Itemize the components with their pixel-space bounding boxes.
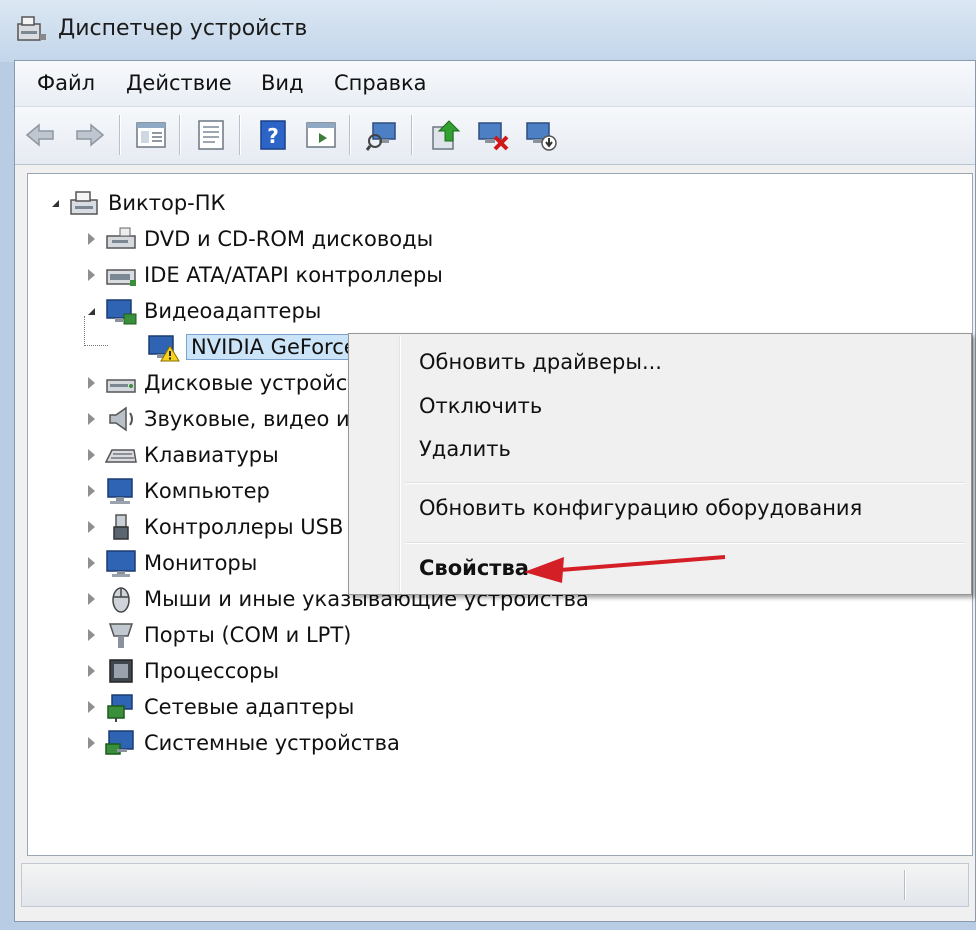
back-icon[interactable] <box>23 117 59 153</box>
tree-category-item[interactable]: Компьютер <box>84 474 270 508</box>
context-menu-separator <box>405 482 965 484</box>
tree-category-item[interactable]: Сетевые адаптеры <box>84 690 354 724</box>
uninstall-icon[interactable] <box>475 117 511 153</box>
status-bar <box>21 863 969 907</box>
computer-icon <box>107 478 133 504</box>
collapsed-arrow-icon[interactable] <box>84 232 98 246</box>
scan-hardware-icon[interactable] <box>365 117 401 153</box>
mouse-icon <box>112 587 130 613</box>
scan-hardware-item[interactable]: Обновить конфигурацию оборудования <box>419 496 862 520</box>
tree-item-label: NVIDIA GeForce <box>186 334 362 360</box>
toolbar-separator <box>411 115 413 155</box>
tree-category-item[interactable]: Дисковые устройства <box>84 366 385 400</box>
disk-drive-icon <box>106 379 136 393</box>
red-pointer-arrow <box>524 555 726 583</box>
port-icon <box>108 623 134 648</box>
tree-item-label: Клавиатуры <box>144 443 279 467</box>
tree-category-item[interactable]: Системные устройства <box>84 726 400 760</box>
tree-category-item[interactable]: Видеоадаптеры <box>84 294 321 328</box>
toolbar-separator <box>119 115 121 155</box>
speaker-icon <box>109 406 133 432</box>
toolbar-separator <box>239 115 241 155</box>
tree-item-label: Сетевые адаптеры <box>144 695 355 719</box>
tree-category-item[interactable]: Контроллеры USB <box>84 510 343 544</box>
system-device-icon <box>105 730 134 755</box>
toolbar: ? <box>15 107 975 165</box>
menu-bar: Файл Действие Вид Справка <box>15 61 975 107</box>
tree-category-item[interactable]: IDE ATA/ATAPI контроллеры <box>84 258 443 292</box>
tree-item-label: DVD и CD-ROM дисководы <box>144 227 434 251</box>
svg-text:?: ? <box>267 124 279 148</box>
tree-item-label: IDE ATA/ATAPI контроллеры <box>144 263 443 287</box>
expanded-arrow-icon[interactable] <box>48 196 62 210</box>
tree-category-item[interactable]: Клавиатуры <box>84 438 279 472</box>
menu-action[interactable]: Действие <box>126 71 232 95</box>
tree-item-label: Компьютер <box>144 479 270 503</box>
menu-file[interactable]: Файл <box>37 71 95 95</box>
collapsed-arrow-icon[interactable] <box>84 664 98 678</box>
collapsed-arrow-icon[interactable] <box>84 376 98 390</box>
ide-controller-icon <box>106 269 136 286</box>
network-adapter-icon <box>107 694 133 722</box>
uninstall-item[interactable]: Удалить <box>419 437 511 461</box>
tree-category-item[interactable]: Порты (COM и LPT) <box>84 618 351 652</box>
computer-root-icon <box>70 191 98 215</box>
disable-item[interactable]: Отключить <box>419 394 542 418</box>
usb-icon <box>113 514 129 540</box>
collapsed-arrow-icon[interactable] <box>84 592 98 606</box>
collapsed-arrow-icon[interactable] <box>84 484 98 498</box>
status-separator <box>904 870 906 900</box>
collapsed-arrow-icon[interactable] <box>84 412 98 426</box>
device-manager-icon <box>17 16 46 41</box>
tree-root[interactable]: Виктор-ПК <box>48 186 225 220</box>
collapsed-arrow-icon[interactable] <box>84 448 98 462</box>
action-pane-icon[interactable] <box>303 117 339 153</box>
properties-item[interactable]: Свойства <box>419 556 529 580</box>
collapsed-arrow-icon[interactable] <box>84 556 98 570</box>
dvd-drive-icon <box>106 227 136 249</box>
tree-device-item[interactable]: NVIDIA GeForce <box>84 316 362 364</box>
collapsed-arrow-icon[interactable] <box>84 520 98 534</box>
collapsed-arrow-icon[interactable] <box>84 736 98 750</box>
collapsed-arrow-icon[interactable] <box>84 268 98 282</box>
processor-icon <box>109 659 133 683</box>
keyboard-icon <box>104 449 137 463</box>
tree-connector <box>84 316 108 346</box>
context-menu-gutter <box>399 336 401 592</box>
display-adapter-icon <box>106 299 137 325</box>
disable-icon[interactable] <box>523 117 559 153</box>
title-bar[interactable]: Диспетчер устройств <box>0 0 976 62</box>
window-title: Диспетчер устройств <box>58 16 308 41</box>
tree-item-label: Системные устройства <box>144 731 400 755</box>
menu-help[interactable]: Справка <box>334 71 427 95</box>
tree-item-label: Процессоры <box>144 659 280 683</box>
update-driver-icon[interactable] <box>427 117 463 153</box>
help-icon[interactable]: ? <box>255 117 291 153</box>
update-drivers-item[interactable]: Обновить драйверы... <box>419 350 662 374</box>
root-label: Виктор-ПК <box>108 191 226 215</box>
toolbar-separator <box>179 115 181 155</box>
tree-item-label: Контроллеры USB <box>144 515 344 539</box>
tree-category-item[interactable]: DVD и CD-ROM дисководы <box>84 222 433 256</box>
menu-view[interactable]: Вид <box>261 71 304 95</box>
show-hide-tree-icon[interactable] <box>133 117 169 153</box>
warning-display-icon <box>148 335 180 362</box>
properties-icon[interactable] <box>193 117 229 153</box>
toolbar-separator <box>349 115 351 155</box>
collapsed-arrow-icon[interactable] <box>84 628 98 642</box>
tree-item-label: Видеоадаптеры <box>144 299 322 323</box>
forward-icon[interactable] <box>71 117 107 153</box>
tree-item-label: Порты (COM и LPT) <box>144 623 352 647</box>
tree-category-item[interactable]: Мониторы <box>84 546 257 580</box>
monitor-icon <box>106 550 136 577</box>
tree-category-item[interactable]: Процессоры <box>84 654 279 688</box>
tree-item-label: Мониторы <box>144 551 258 575</box>
collapsed-arrow-icon[interactable] <box>84 700 98 714</box>
context-menu-separator <box>405 542 965 544</box>
